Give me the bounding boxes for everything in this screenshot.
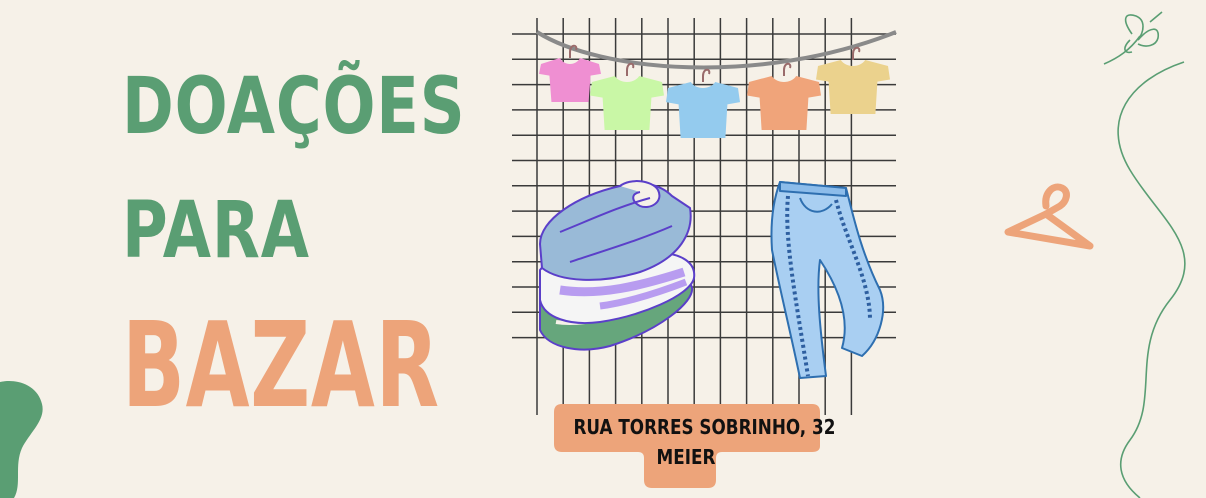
wavy-line-decoration xyxy=(1117,61,1186,498)
hanger-icon xyxy=(1004,183,1094,250)
butterfly-icon xyxy=(1103,11,1163,65)
address-street: RUA TORRES SOBRINHO, 32 xyxy=(573,415,836,439)
green-blob-decoration xyxy=(0,380,43,498)
headline-line-1: DOAÇÕES xyxy=(122,62,466,152)
tshirt-icon xyxy=(747,62,821,130)
address-district: MEIER xyxy=(656,445,716,469)
tshirt-icon xyxy=(590,62,664,130)
address-label: RUA TORRES SOBRINHO, 32 MEIER xyxy=(552,404,836,488)
headline-line-2: PARA xyxy=(122,186,310,276)
tshirt-icon xyxy=(666,68,740,138)
headline-line-3: BAZAR xyxy=(122,296,440,434)
tshirt-icon xyxy=(816,46,890,114)
